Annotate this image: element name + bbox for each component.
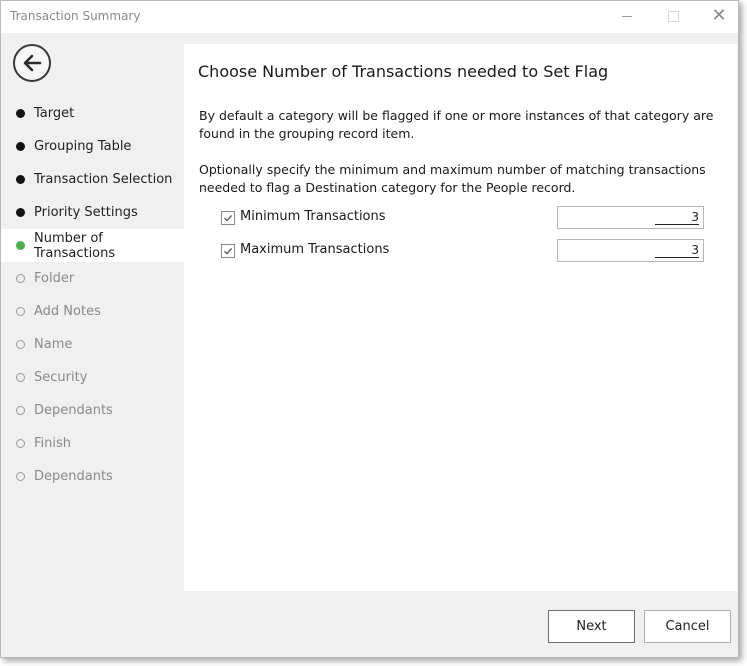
step-grouping-table[interactable]: Grouping Table [1,130,184,163]
step-pending-icon [16,472,25,481]
step-label: Folder [34,271,75,286]
step-add-notes[interactable]: Add Notes [1,295,184,328]
step-label: Priority Settings [34,205,138,220]
minimum-transactions-checkbox[interactable] [221,211,235,225]
step-folder[interactable]: Folder [1,262,184,295]
maximum-transactions-checkbox[interactable] [221,244,235,258]
wizard-footer: Next Cancel [1,591,738,657]
wizard-steps-sidebar: Target Grouping Table Transaction Select… [1,33,184,591]
step-completed-icon [16,142,25,151]
title-bar: Transaction Summary ✕ [1,1,738,33]
default-behavior-description: By default a category will be flagged if… [199,108,714,141]
step-label: Add Notes [34,304,101,319]
checkmark-icon [224,214,233,222]
step-label: Grouping Table [34,139,132,154]
maximum-transactions-label: Maximum Transactions [240,242,390,257]
step-current-icon [16,241,25,250]
step-label: Finish [34,436,72,451]
minimum-transactions-value: 3 [655,207,699,225]
maximum-transactions-value: 3 [655,240,699,258]
back-arrow-icon [23,54,42,72]
optional-range-description: Optionally specify the minimum and maxim… [199,162,706,195]
step-label: Security [34,370,88,385]
step-label: Target [34,106,75,121]
step-number-of-transactions[interactable]: Number of Transactions [1,229,184,262]
page-title: Choose Number of Transactions needed to … [198,62,609,81]
minimum-transactions-label: Minimum Transactions [240,209,386,224]
next-button[interactable]: Next [548,610,635,643]
wizard-window: Transaction Summary ✕ Target Grouping Ta… [0,0,739,658]
step-label: Transaction Selection [34,172,173,187]
minimize-button[interactable] [604,1,650,31]
step-target[interactable]: Target [1,97,184,130]
step-name[interactable]: Name [1,328,184,361]
step-dependants-2[interactable]: Dependants [1,460,184,493]
step-pending-icon [16,439,25,448]
maximize-button[interactable] [650,1,696,31]
step-finish[interactable]: Finish [1,427,184,460]
close-button[interactable]: ✕ [696,1,742,31]
minimum-transactions-input[interactable]: 3 [557,206,704,229]
step-completed-icon [16,175,25,184]
step-completed-icon [16,208,25,217]
maximum-transactions-input[interactable]: 3 [557,239,704,262]
step-label: Dependants [34,469,113,484]
step-priority-settings[interactable]: Priority Settings [1,196,184,229]
step-dependants[interactable]: Dependants [1,394,184,427]
window-title: Transaction Summary [10,9,141,23]
step-label: Dependants [34,403,113,418]
minimize-icon [622,15,632,17]
checkmark-icon [224,247,233,255]
step-label: Number of Transactions [34,230,116,261]
minimum-transactions-row: Minimum Transactions 3 [221,206,706,230]
back-button[interactable] [13,44,51,82]
step-transaction-selection[interactable]: Transaction Selection [1,163,184,196]
maximize-icon [667,10,679,22]
step-security[interactable]: Security [1,361,184,394]
step-content-panel: Choose Number of Transactions needed to … [184,44,737,592]
step-pending-icon [16,274,25,283]
step-pending-icon [16,340,25,349]
step-pending-icon [16,373,25,382]
step-label: Name [34,337,73,352]
maximum-transactions-row: Maximum Transactions 3 [221,239,706,263]
step-pending-icon [16,307,25,316]
step-list: Target Grouping Table Transaction Select… [1,97,184,493]
step-pending-icon [16,406,25,415]
close-icon: ✕ [711,5,727,26]
cancel-button[interactable]: Cancel [644,610,731,643]
step-completed-icon [16,109,25,118]
